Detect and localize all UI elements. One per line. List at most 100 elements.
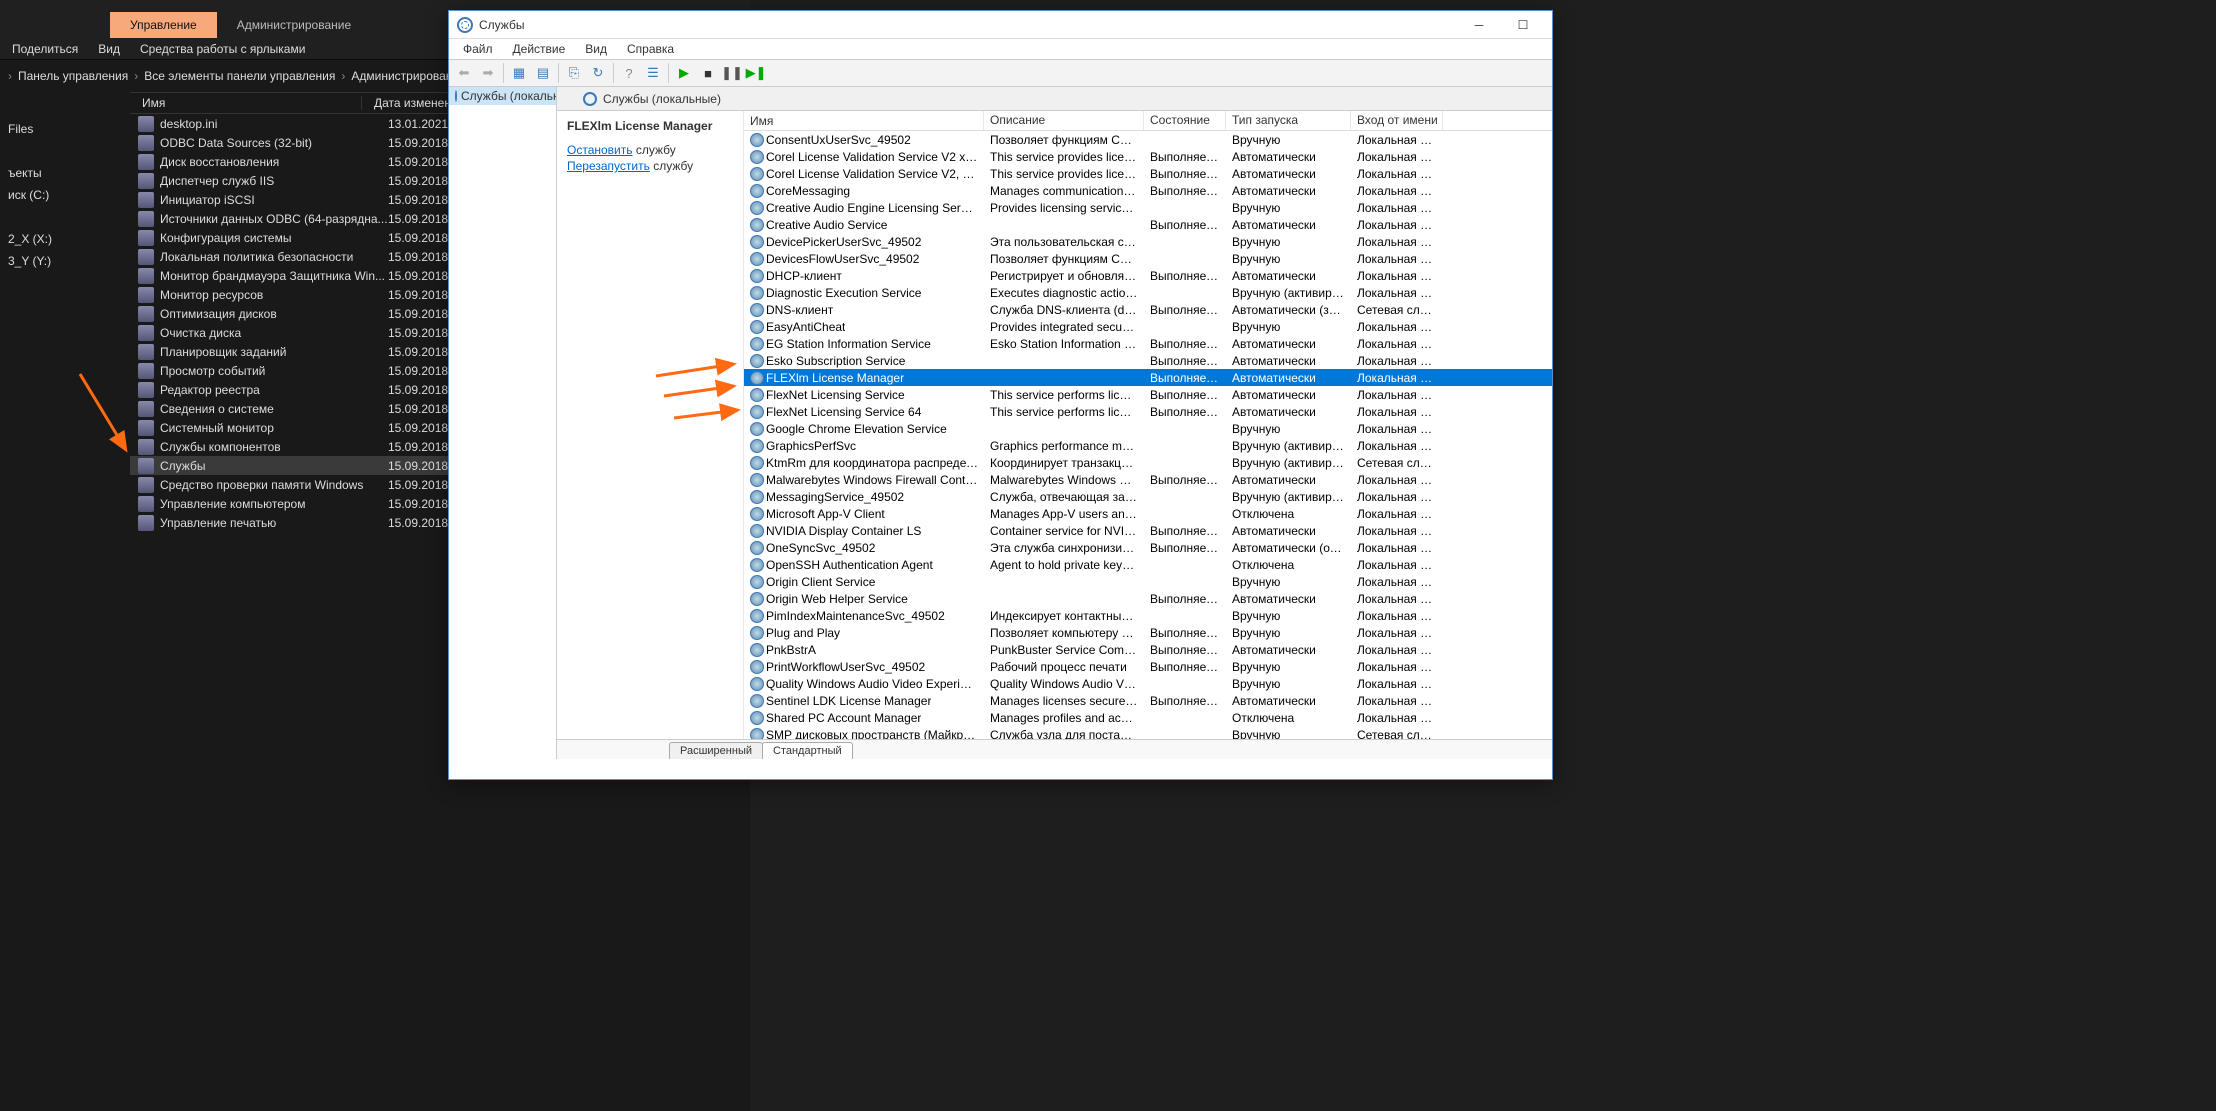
- service-row[interactable]: FlexNet Licensing Service 64This service…: [744, 403, 1552, 420]
- title-bar[interactable]: Службы ─ ☐: [449, 11, 1552, 39]
- menu-view[interactable]: Вид: [577, 40, 615, 58]
- tree-item[interactable]: [0, 96, 130, 118]
- minimize-button[interactable]: ─: [1458, 14, 1500, 36]
- service-row[interactable]: Corel License Validation Service V2, Pow…: [744, 165, 1552, 182]
- menu-help[interactable]: Справка: [619, 40, 682, 58]
- menu-shortcut-tools[interactable]: Средства работы с ярлыками: [140, 42, 305, 56]
- refresh-button[interactable]: ↻: [587, 62, 609, 84]
- tree-item[interactable]: ъекты: [0, 162, 130, 184]
- svc-logon: Локальная сист...: [1351, 524, 1443, 538]
- tree-services-local[interactable]: Службы (локальн: [449, 87, 556, 105]
- ribbon-tab-admin[interactable]: Администрирование: [217, 12, 371, 38]
- ribbon-tab-manage[interactable]: Управление: [110, 12, 217, 38]
- tree-item[interactable]: 3_Y (Y:): [0, 250, 130, 272]
- gear-icon: [750, 252, 764, 266]
- help-button[interactable]: ?: [618, 62, 640, 84]
- restart-service-link[interactable]: Перезапустить: [567, 159, 650, 173]
- tab-extended[interactable]: Расширенный: [669, 742, 763, 759]
- service-row[interactable]: OpenSSH Authentication AgentAgent to hol…: [744, 556, 1552, 573]
- service-row[interactable]: FlexNet Licensing ServiceThis service pe…: [744, 386, 1552, 403]
- service-row[interactable]: SMP дисковых пространств (Майкрософт)Слу…: [744, 726, 1552, 739]
- stop-button[interactable]: ■: [697, 62, 719, 84]
- service-row[interactable]: Creative Audio Engine Licensing ServiceP…: [744, 199, 1552, 216]
- service-row[interactable]: MessagingService_49502Служба, отвечающая…: [744, 488, 1552, 505]
- service-row[interactable]: Origin Web Helper ServiceВыполняетсяАвто…: [744, 590, 1552, 607]
- service-row[interactable]: EG Station Information ServiceEsko Stati…: [744, 335, 1552, 352]
- service-row[interactable]: KtmRm для координатора распределенных ..…: [744, 454, 1552, 471]
- shortcut-icon: [138, 287, 154, 303]
- service-row[interactable]: Corel License Validation Service V2 x64,…: [744, 148, 1552, 165]
- service-row[interactable]: GraphicsPerfSvcGraphics performance moni…: [744, 437, 1552, 454]
- service-row[interactable]: Google Chrome Elevation ServiceВручнуюЛо…: [744, 420, 1552, 437]
- svc-name: Creative Audio Service: [766, 218, 887, 232]
- tree-item[interactable]: [0, 206, 130, 228]
- tree-item[interactable]: [0, 140, 130, 162]
- col-desc[interactable]: Описание: [984, 111, 1144, 130]
- svc-startup: Автоматически: [1226, 184, 1351, 198]
- service-row[interactable]: Microsoft App-V ClientManages App-V user…: [744, 505, 1552, 522]
- nav-tree[interactable]: Files ъектыиск (C:) 2_X (X:)3_Y (Y:): [0, 92, 130, 1089]
- service-row[interactable]: Sentinel LDK License ManagerManages lice…: [744, 692, 1552, 709]
- service-row[interactable]: Plug and PlayПозволяет компьютеру распо.…: [744, 624, 1552, 641]
- view-tabs: Расширенный Стандартный: [557, 739, 1552, 759]
- service-row[interactable]: ConsentUxUserSvc_49502Позволяет функциям…: [744, 131, 1552, 148]
- restart-button[interactable]: ▶❚: [745, 62, 767, 84]
- export-button[interactable]: ▤: [532, 62, 554, 84]
- service-row[interactable]: Esko Subscription ServiceВыполняетсяАвто…: [744, 352, 1552, 369]
- service-row[interactable]: Shared PC Account ManagerManages profile…: [744, 709, 1552, 726]
- svc-logon: Локальная сист...: [1351, 133, 1443, 147]
- service-row[interactable]: OneSyncSvc_49502Эта служба синхронизируе…: [744, 539, 1552, 556]
- crumb-1[interactable]: Панель управления: [12, 69, 134, 83]
- service-row[interactable]: Origin Client ServiceВручнуюЛокальная си…: [744, 573, 1552, 590]
- menu-share[interactable]: Поделиться: [12, 42, 78, 56]
- forward-button[interactable]: ➡: [477, 62, 499, 84]
- col-name[interactable]: Имя: [130, 96, 362, 110]
- service-row[interactable]: Malwarebytes Windows Firewall ControlMal…: [744, 471, 1552, 488]
- pause-button[interactable]: ❚❚: [721, 62, 743, 84]
- item-name: Редактор реестра: [160, 383, 388, 397]
- col-logon[interactable]: Вход от имени: [1351, 111, 1443, 130]
- svc-desc: Quality Windows Audio Video ...: [984, 677, 1144, 691]
- crumb-2[interactable]: Все элементы панели управления: [138, 69, 341, 83]
- menu-view[interactable]: Вид: [98, 42, 120, 56]
- menu-action[interactable]: Действие: [505, 40, 574, 58]
- item-name: Службы: [160, 459, 388, 473]
- service-row[interactable]: PrintWorkflowUserSvc_49502Рабочий процес…: [744, 658, 1552, 675]
- tree-item[interactable]: иск (C:): [0, 184, 130, 206]
- services-grid[interactable]: Имя Описание Состояние Тип запуска Вход …: [743, 111, 1552, 739]
- tree-item[interactable]: 2_X (X:): [0, 228, 130, 250]
- svc-desc: Эта служба синхронизирует п...: [984, 541, 1144, 555]
- tab-standard[interactable]: Стандартный: [762, 742, 853, 759]
- service-row[interactable]: PimIndexMaintenanceSvc_49502Индексирует …: [744, 607, 1552, 624]
- service-row[interactable]: Quality Windows Audio Video ExperienceQu…: [744, 675, 1552, 692]
- back-button[interactable]: ⬅: [453, 62, 475, 84]
- properties-button[interactable]: ☰: [642, 62, 664, 84]
- service-row[interactable]: EasyAntiCheatProvides integrated securit…: [744, 318, 1552, 335]
- svc-startup: Автоматически (запус...: [1226, 303, 1351, 317]
- stop-service-link[interactable]: Остановить: [567, 143, 633, 157]
- service-row[interactable]: DevicesFlowUserSvc_49502Позволяет функци…: [744, 250, 1552, 267]
- item-name: Управление печатью: [160, 516, 388, 530]
- col-startup[interactable]: Тип запуска: [1226, 111, 1351, 130]
- console-tree[interactable]: Службы (локальн: [449, 87, 557, 759]
- service-row[interactable]: CoreMessagingManages communication betw.…: [744, 182, 1552, 199]
- refresh-all-button[interactable]: ⎘: [563, 62, 585, 84]
- service-row[interactable]: DNS-клиентСлужба DNS-клиента (dnscach...…: [744, 301, 1552, 318]
- service-row[interactable]: NVIDIA Display Container LSContainer ser…: [744, 522, 1552, 539]
- item-name: ODBC Data Sources (32-bit): [160, 136, 388, 150]
- col-status[interactable]: Состояние: [1144, 111, 1226, 130]
- svc-startup: Автоматически (отло...: [1226, 541, 1351, 555]
- start-button[interactable]: ▶: [673, 62, 695, 84]
- service-row[interactable]: DevicePickerUserSvc_49502Эта пользовател…: [744, 233, 1552, 250]
- service-row[interactable]: Creative Audio ServiceВыполняетсяАвтомат…: [744, 216, 1552, 233]
- service-row[interactable]: FLEXlm License ManagerВыполняетсяАвтомат…: [744, 369, 1552, 386]
- service-row[interactable]: Diagnostic Execution ServiceExecutes dia…: [744, 284, 1552, 301]
- tree-item[interactable]: Files: [0, 118, 130, 140]
- svc-status: Выполняется: [1144, 354, 1226, 368]
- col-name[interactable]: Имя: [744, 111, 984, 130]
- service-row[interactable]: PnkBstrAPunkBuster Service Component...В…: [744, 641, 1552, 658]
- maximize-button[interactable]: ☐: [1502, 14, 1544, 36]
- show-hide-button[interactable]: ▦: [508, 62, 530, 84]
- service-row[interactable]: DHCP-клиентРегистрирует и обновляет IP-а…: [744, 267, 1552, 284]
- menu-file[interactable]: Файл: [455, 40, 501, 58]
